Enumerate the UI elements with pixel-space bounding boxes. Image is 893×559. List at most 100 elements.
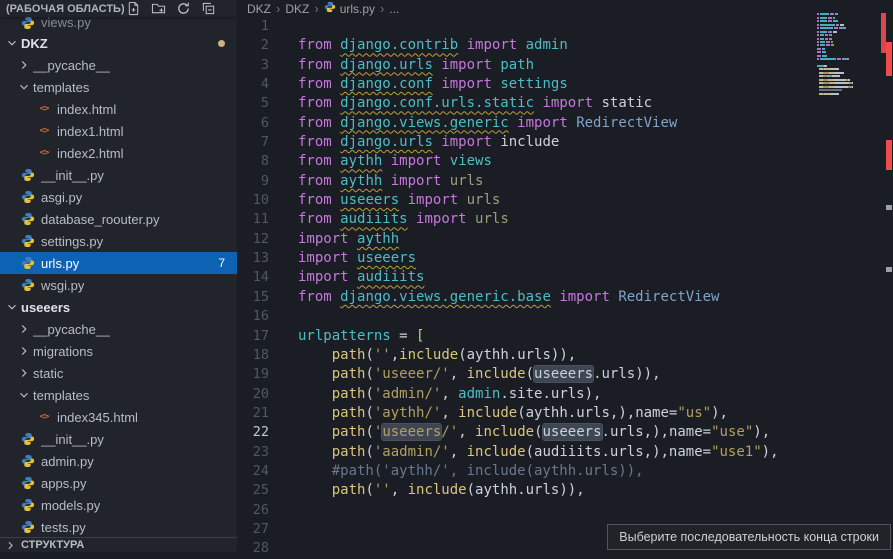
outline-section-header[interactable]: СТРУКТУРА — [0, 537, 237, 552]
tree-item-apps.py[interactable]: apps.py — [0, 472, 237, 494]
code-area[interactable]: 12from django.contrib import admin3from … — [237, 17, 893, 559]
code-line-17[interactable]: 17urlpatterns = [ — [237, 327, 893, 346]
code-line-23[interactable]: 23 path('aadmin/', include(audiiits.urls… — [237, 443, 893, 462]
explorer-actions — [124, 1, 217, 17]
code-line-24[interactable]: 24 #path('aythh/', include(aythh.urls)), — [237, 462, 893, 481]
line-number[interactable]: 19 — [237, 365, 285, 384]
line-number[interactable]: 9 — [237, 172, 285, 191]
line-number[interactable]: 21 — [237, 404, 285, 423]
line-number[interactable]: 4 — [237, 75, 285, 94]
overview-ruler-mark — [886, 205, 892, 210]
line-number[interactable]: 6 — [237, 114, 285, 133]
tree-item-__init__.py[interactable]: __init__.py — [0, 164, 237, 186]
code-line-14[interactable]: 14import audiiits — [237, 268, 893, 287]
html-file-icon: <> — [36, 412, 52, 422]
line-content: from django.conf.urls.static import stat… — [285, 94, 893, 113]
new-folder-icon[interactable] — [149, 1, 167, 17]
tree-item-migrations[interactable]: migrations — [0, 340, 237, 362]
tree-item-models.py[interactable]: models.py — [0, 494, 237, 516]
code-line-4[interactable]: 4from django.conf import settings — [237, 75, 893, 94]
collapse-folders-icon[interactable] — [199, 1, 217, 17]
line-number[interactable]: 3 — [237, 56, 285, 75]
line-number[interactable]: 25 — [237, 481, 285, 500]
code-line-1[interactable]: 1 — [237, 17, 893, 36]
breadcrumb-item[interactable]: ... — [389, 2, 399, 16]
breadcrumb-item[interactable]: DKZ — [247, 2, 271, 16]
tree-item-__pycache__[interactable]: __pycache__ — [0, 54, 237, 76]
breadcrumb-item[interactable]: DKZ — [285, 2, 309, 16]
tree-item-static[interactable]: static — [0, 362, 237, 384]
line-number[interactable]: 11 — [237, 210, 285, 229]
tree-item-index2.html[interactable]: <>index2.html — [0, 142, 237, 164]
code-line-15[interactable]: 15from django.views.generic.base import … — [237, 288, 893, 307]
code-line-16[interactable]: 16 — [237, 307, 893, 326]
tree-item-__pycache__[interactable]: __pycache__ — [0, 318, 237, 340]
code-line-25[interactable]: 25 path('', include(aythh.urls)), — [237, 481, 893, 500]
line-number[interactable]: 15 — [237, 288, 285, 307]
code-line-20[interactable]: 20 path('admin/', admin.site.urls), — [237, 385, 893, 404]
line-number[interactable]: 8 — [237, 152, 285, 171]
line-number[interactable]: 16 — [237, 307, 285, 326]
line-number[interactable]: 2 — [237, 36, 285, 55]
code-line-9[interactable]: 9from aythh import urls — [237, 172, 893, 191]
overview-ruler-mark — [886, 267, 892, 272]
line-number[interactable]: 1 — [237, 17, 285, 36]
line-number[interactable]: 18 — [237, 346, 285, 365]
tree-item-admin.py[interactable]: admin.py — [0, 450, 237, 472]
python-file-icon — [20, 520, 36, 534]
code-line-13[interactable]: 13import useeers — [237, 249, 893, 268]
line-number[interactable]: 24 — [237, 462, 285, 481]
line-number[interactable]: 22 — [237, 423, 285, 442]
new-file-icon[interactable] — [124, 1, 142, 17]
tree-item-templates[interactable]: templates — [0, 384, 237, 406]
tree-item-wsgi.py[interactable]: wsgi.py — [0, 274, 237, 296]
tree-item-dkz[interactable]: DKZ — [0, 32, 237, 54]
line-number[interactable]: 20 — [237, 385, 285, 404]
overview-ruler — [885, 0, 893, 552]
tree-item-views.py[interactable]: views.py — [0, 17, 237, 32]
code-line-5[interactable]: 5from django.conf.urls.static import sta… — [237, 94, 893, 113]
line-number[interactable]: 23 — [237, 443, 285, 462]
line-number[interactable]: 5 — [237, 94, 285, 113]
line-number[interactable]: 10 — [237, 191, 285, 210]
line-number[interactable]: 26 — [237, 501, 285, 520]
code-line-11[interactable]: 11from audiiits import urls — [237, 210, 893, 229]
code-line-10[interactable]: 10from useeers import urls — [237, 191, 893, 210]
minimap[interactable] — [817, 10, 877, 106]
code-line-2[interactable]: 2from django.contrib import admin — [237, 36, 893, 55]
chevron-right-icon — [16, 344, 32, 358]
line-number[interactable]: 14 — [237, 268, 285, 287]
tree-item-asgi.py[interactable]: asgi.py — [0, 186, 237, 208]
tree-item-urls.py[interactable]: urls.py7 — [0, 252, 237, 274]
code-line-18[interactable]: 18 path('',include(aythh.urls)), — [237, 346, 893, 365]
line-number[interactable]: 7 — [237, 133, 285, 152]
code-line-22[interactable]: 22 path('useeers/', include(useeers.urls… — [237, 423, 893, 442]
tree-item-useeers[interactable]: useeers — [0, 296, 237, 318]
explorer-section-header[interactable]: (РАБОЧАЯ ОБЛАСТЬ) ... — [0, 0, 237, 17]
tree-item-templates[interactable]: templates — [0, 76, 237, 98]
line-number[interactable]: 12 — [237, 230, 285, 249]
tree-item-database_roouter.py[interactable]: database_roouter.py — [0, 208, 237, 230]
tree-item-label: index.html — [57, 102, 116, 117]
tree-item-index.html[interactable]: <>index.html — [0, 98, 237, 120]
tree-item-index345.html[interactable]: <>index345.html — [0, 406, 237, 428]
code-line-8[interactable]: 8from aythh import views — [237, 152, 893, 171]
line-number[interactable]: 13 — [237, 249, 285, 268]
code-line-7[interactable]: 7from django.urls import include — [237, 133, 893, 152]
code-line-21[interactable]: 21 path('aythh/', include(aythh.urls,),n… — [237, 404, 893, 423]
line-number[interactable]: 28 — [237, 539, 285, 558]
line-number[interactable]: 27 — [237, 520, 285, 539]
code-line-12[interactable]: 12import aythh — [237, 230, 893, 249]
code-line-26[interactable]: 26 — [237, 501, 893, 520]
tree-item-tests.py[interactable]: tests.py — [0, 516, 237, 538]
line-number[interactable]: 17 — [237, 327, 285, 346]
code-line-6[interactable]: 6from django.views.generic import Redire… — [237, 114, 893, 133]
tree-item-__init__.py[interactable]: __init__.py — [0, 428, 237, 450]
chevron-right-icon — [2, 539, 18, 552]
breadcrumb-item[interactable]: urls.py — [324, 1, 375, 16]
refresh-explorer-icon[interactable] — [174, 1, 192, 17]
tree-item-settings.py[interactable]: settings.py — [0, 230, 237, 252]
code-line-19[interactable]: 19 path('useeer/', include(useeers.urls)… — [237, 365, 893, 384]
code-line-3[interactable]: 3from django.urls import path — [237, 56, 893, 75]
tree-item-index1.html[interactable]: <>index1.html — [0, 120, 237, 142]
